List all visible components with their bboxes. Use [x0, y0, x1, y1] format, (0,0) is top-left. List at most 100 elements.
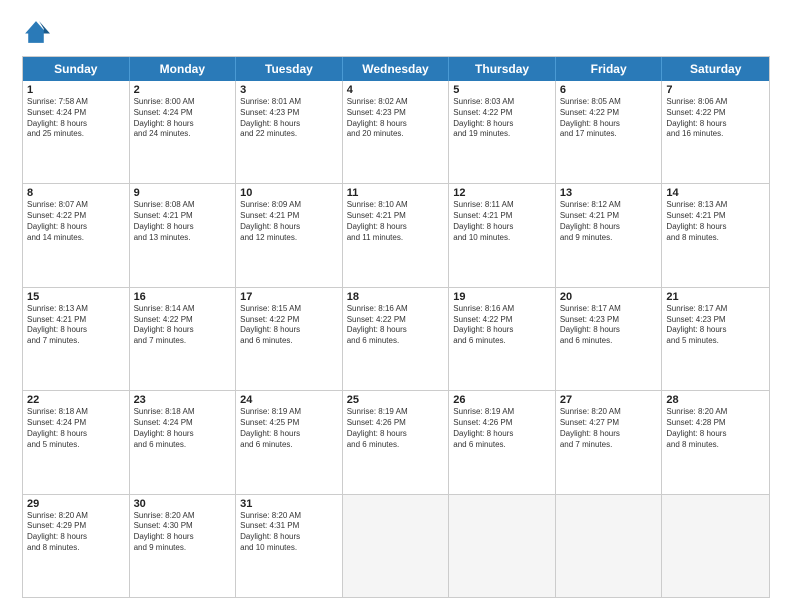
calendar-row-2: 15Sunrise: 8:13 AM Sunset: 4:21 PM Dayli…	[23, 287, 769, 390]
day-number: 13	[560, 187, 658, 199]
day-info: Sunrise: 8:16 AM Sunset: 4:22 PM Dayligh…	[453, 304, 551, 347]
day-info: Sunrise: 8:15 AM Sunset: 4:22 PM Dayligh…	[240, 304, 338, 347]
day-info: Sunrise: 8:17 AM Sunset: 4:23 PM Dayligh…	[666, 304, 765, 347]
logo-icon	[22, 18, 50, 46]
day-number: 14	[666, 187, 765, 199]
day-cell-9: 9Sunrise: 8:08 AM Sunset: 4:21 PM Daylig…	[130, 184, 237, 286]
day-info: Sunrise: 8:10 AM Sunset: 4:21 PM Dayligh…	[347, 200, 445, 243]
day-number: 31	[240, 498, 338, 510]
header-day-monday: Monday	[130, 57, 237, 81]
day-cell-31: 31Sunrise: 8:20 AM Sunset: 4:31 PM Dayli…	[236, 495, 343, 597]
day-number: 15	[27, 291, 125, 303]
day-number: 29	[27, 498, 125, 510]
day-number: 30	[134, 498, 232, 510]
day-info: Sunrise: 8:19 AM Sunset: 4:25 PM Dayligh…	[240, 407, 338, 450]
day-number: 25	[347, 394, 445, 406]
day-info: Sunrise: 8:12 AM Sunset: 4:21 PM Dayligh…	[560, 200, 658, 243]
day-info: Sunrise: 8:20 AM Sunset: 4:27 PM Dayligh…	[560, 407, 658, 450]
header-day-tuesday: Tuesday	[236, 57, 343, 81]
day-number: 27	[560, 394, 658, 406]
day-info: Sunrise: 8:11 AM Sunset: 4:21 PM Dayligh…	[453, 200, 551, 243]
day-number: 2	[134, 84, 232, 96]
empty-cell	[556, 495, 663, 597]
day-number: 22	[27, 394, 125, 406]
day-info: Sunrise: 8:17 AM Sunset: 4:23 PM Dayligh…	[560, 304, 658, 347]
day-cell-2: 2Sunrise: 8:00 AM Sunset: 4:24 PM Daylig…	[130, 81, 237, 183]
day-info: Sunrise: 7:58 AM Sunset: 4:24 PM Dayligh…	[27, 97, 125, 140]
day-cell-26: 26Sunrise: 8:19 AM Sunset: 4:26 PM Dayli…	[449, 391, 556, 493]
day-cell-27: 27Sunrise: 8:20 AM Sunset: 4:27 PM Dayli…	[556, 391, 663, 493]
day-cell-23: 23Sunrise: 8:18 AM Sunset: 4:24 PM Dayli…	[130, 391, 237, 493]
header-day-thursday: Thursday	[449, 57, 556, 81]
day-cell-21: 21Sunrise: 8:17 AM Sunset: 4:23 PM Dayli…	[662, 288, 769, 390]
header	[22, 18, 770, 46]
day-cell-4: 4Sunrise: 8:02 AM Sunset: 4:23 PM Daylig…	[343, 81, 450, 183]
day-number: 16	[134, 291, 232, 303]
day-info: Sunrise: 8:05 AM Sunset: 4:22 PM Dayligh…	[560, 97, 658, 140]
day-cell-6: 6Sunrise: 8:05 AM Sunset: 4:22 PM Daylig…	[556, 81, 663, 183]
day-info: Sunrise: 8:16 AM Sunset: 4:22 PM Dayligh…	[347, 304, 445, 347]
day-cell-5: 5Sunrise: 8:03 AM Sunset: 4:22 PM Daylig…	[449, 81, 556, 183]
calendar-row-1: 8Sunrise: 8:07 AM Sunset: 4:22 PM Daylig…	[23, 183, 769, 286]
day-cell-28: 28Sunrise: 8:20 AM Sunset: 4:28 PM Dayli…	[662, 391, 769, 493]
day-number: 9	[134, 187, 232, 199]
day-cell-14: 14Sunrise: 8:13 AM Sunset: 4:21 PM Dayli…	[662, 184, 769, 286]
day-cell-16: 16Sunrise: 8:14 AM Sunset: 4:22 PM Dayli…	[130, 288, 237, 390]
day-info: Sunrise: 8:02 AM Sunset: 4:23 PM Dayligh…	[347, 97, 445, 140]
day-number: 1	[27, 84, 125, 96]
day-cell-25: 25Sunrise: 8:19 AM Sunset: 4:26 PM Dayli…	[343, 391, 450, 493]
day-cell-29: 29Sunrise: 8:20 AM Sunset: 4:29 PM Dayli…	[23, 495, 130, 597]
day-cell-11: 11Sunrise: 8:10 AM Sunset: 4:21 PM Dayli…	[343, 184, 450, 286]
page: SundayMondayTuesdayWednesdayThursdayFrid…	[0, 0, 792, 612]
day-info: Sunrise: 8:20 AM Sunset: 4:28 PM Dayligh…	[666, 407, 765, 450]
day-cell-3: 3Sunrise: 8:01 AM Sunset: 4:23 PM Daylig…	[236, 81, 343, 183]
day-number: 24	[240, 394, 338, 406]
day-info: Sunrise: 8:20 AM Sunset: 4:29 PM Dayligh…	[27, 511, 125, 554]
day-number: 21	[666, 291, 765, 303]
day-number: 4	[347, 84, 445, 96]
day-info: Sunrise: 8:00 AM Sunset: 4:24 PM Dayligh…	[134, 97, 232, 140]
day-number: 20	[560, 291, 658, 303]
day-info: Sunrise: 8:09 AM Sunset: 4:21 PM Dayligh…	[240, 200, 338, 243]
day-cell-18: 18Sunrise: 8:16 AM Sunset: 4:22 PM Dayli…	[343, 288, 450, 390]
day-info: Sunrise: 8:13 AM Sunset: 4:21 PM Dayligh…	[666, 200, 765, 243]
day-info: Sunrise: 8:18 AM Sunset: 4:24 PM Dayligh…	[27, 407, 125, 450]
day-cell-30: 30Sunrise: 8:20 AM Sunset: 4:30 PM Dayli…	[130, 495, 237, 597]
logo	[22, 18, 56, 46]
day-info: Sunrise: 8:20 AM Sunset: 4:30 PM Dayligh…	[134, 511, 232, 554]
day-cell-15: 15Sunrise: 8:13 AM Sunset: 4:21 PM Dayli…	[23, 288, 130, 390]
day-cell-13: 13Sunrise: 8:12 AM Sunset: 4:21 PM Dayli…	[556, 184, 663, 286]
day-number: 6	[560, 84, 658, 96]
calendar-row-4: 29Sunrise: 8:20 AM Sunset: 4:29 PM Dayli…	[23, 494, 769, 597]
day-info: Sunrise: 8:14 AM Sunset: 4:22 PM Dayligh…	[134, 304, 232, 347]
day-cell-17: 17Sunrise: 8:15 AM Sunset: 4:22 PM Dayli…	[236, 288, 343, 390]
day-number: 8	[27, 187, 125, 199]
empty-cell	[343, 495, 450, 597]
calendar-header: SundayMondayTuesdayWednesdayThursdayFrid…	[23, 57, 769, 81]
day-info: Sunrise: 8:13 AM Sunset: 4:21 PM Dayligh…	[27, 304, 125, 347]
day-info: Sunrise: 8:19 AM Sunset: 4:26 PM Dayligh…	[453, 407, 551, 450]
empty-cell	[449, 495, 556, 597]
day-cell-12: 12Sunrise: 8:11 AM Sunset: 4:21 PM Dayli…	[449, 184, 556, 286]
day-cell-22: 22Sunrise: 8:18 AM Sunset: 4:24 PM Dayli…	[23, 391, 130, 493]
day-cell-20: 20Sunrise: 8:17 AM Sunset: 4:23 PM Dayli…	[556, 288, 663, 390]
day-number: 5	[453, 84, 551, 96]
calendar-row-0: 1Sunrise: 7:58 AM Sunset: 4:24 PM Daylig…	[23, 81, 769, 183]
calendar-row-3: 22Sunrise: 8:18 AM Sunset: 4:24 PM Dayli…	[23, 390, 769, 493]
day-number: 19	[453, 291, 551, 303]
day-number: 17	[240, 291, 338, 303]
day-cell-24: 24Sunrise: 8:19 AM Sunset: 4:25 PM Dayli…	[236, 391, 343, 493]
day-info: Sunrise: 8:18 AM Sunset: 4:24 PM Dayligh…	[134, 407, 232, 450]
day-cell-8: 8Sunrise: 8:07 AM Sunset: 4:22 PM Daylig…	[23, 184, 130, 286]
day-number: 3	[240, 84, 338, 96]
day-info: Sunrise: 8:08 AM Sunset: 4:21 PM Dayligh…	[134, 200, 232, 243]
day-number: 28	[666, 394, 765, 406]
header-day-friday: Friday	[556, 57, 663, 81]
day-number: 7	[666, 84, 765, 96]
calendar: SundayMondayTuesdayWednesdayThursdayFrid…	[22, 56, 770, 598]
day-cell-1: 1Sunrise: 7:58 AM Sunset: 4:24 PM Daylig…	[23, 81, 130, 183]
empty-cell	[662, 495, 769, 597]
day-info: Sunrise: 8:19 AM Sunset: 4:26 PM Dayligh…	[347, 407, 445, 450]
day-info: Sunrise: 8:20 AM Sunset: 4:31 PM Dayligh…	[240, 511, 338, 554]
day-info: Sunrise: 8:07 AM Sunset: 4:22 PM Dayligh…	[27, 200, 125, 243]
